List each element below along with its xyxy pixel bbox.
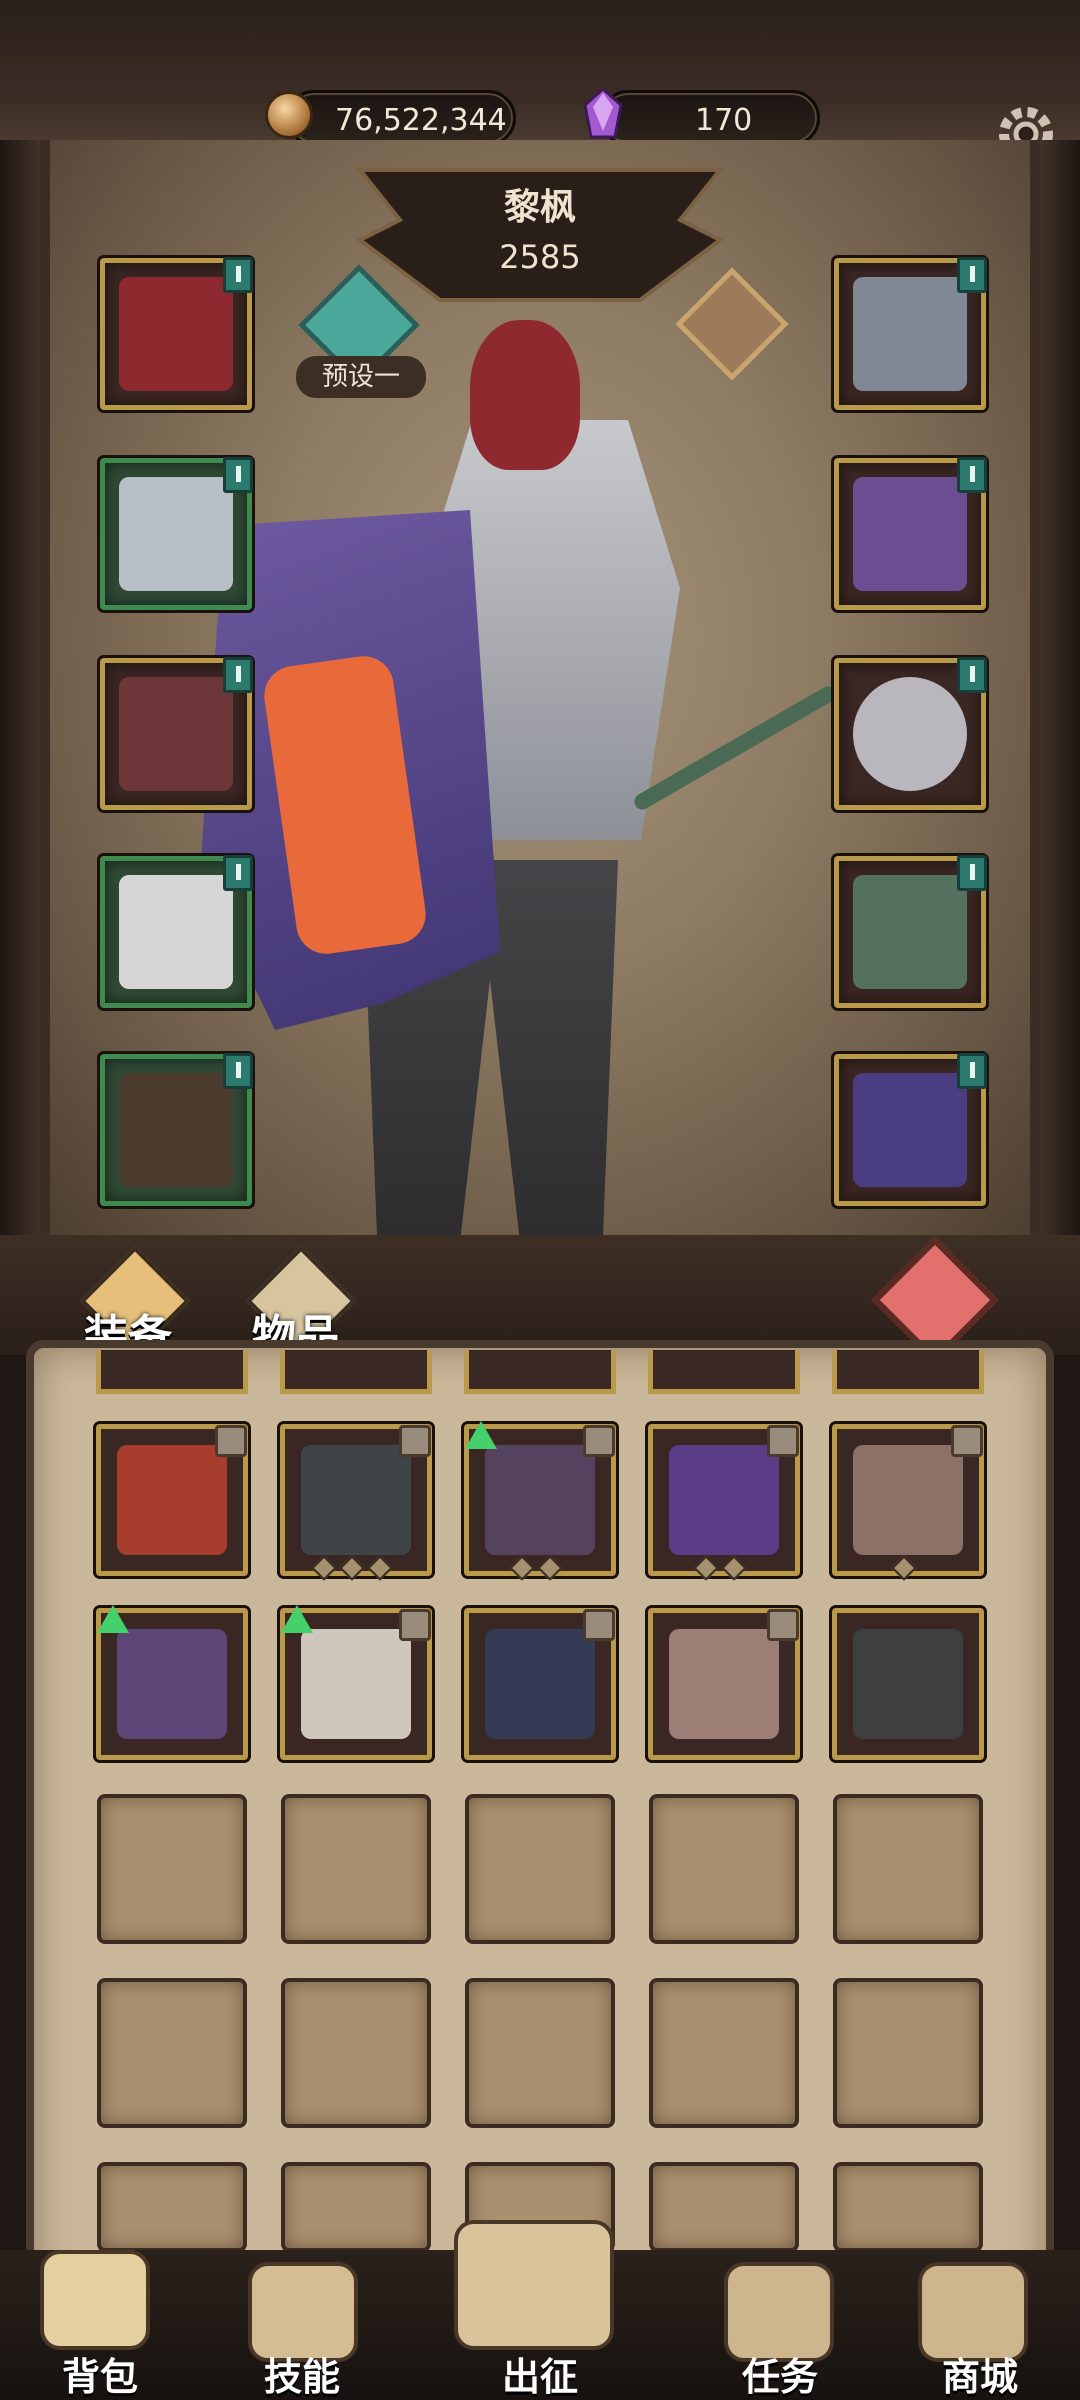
backpack-icon [40,2250,150,2350]
map-sword-icon [454,2220,614,2350]
equipped-tag [957,457,987,493]
inventory-slot-empty[interactable] [97,1794,247,1944]
gem-icon [583,89,623,139]
blade-icon [853,1445,963,1555]
equipped-tag [223,257,253,293]
inventory-slot-partial[interactable] [464,1350,616,1394]
inventory-slot-empty[interactable] [465,1978,615,2128]
equip-slot-weapon[interactable] [834,855,987,1008]
equipped-tag [223,1053,253,1089]
inventory-slot-empty[interactable] [649,1978,799,2128]
inventory-slot-dark-helm[interactable] [464,1608,616,1760]
feather-hat-icon [853,1629,963,1739]
bone-staff-icon [301,1629,411,1739]
equip-slot-shield[interactable] [834,1053,987,1206]
hero-title-plate: 黎枫 2585 [340,160,740,310]
upgrade-arrow-icon [97,1605,129,1633]
inventory-slot-skull-shoulder[interactable] [96,1605,248,1760]
inventory-slot-empty[interactable] [97,2162,247,2252]
inventory-slot-empty[interactable] [281,1794,431,1944]
inventory-slot-empty[interactable] [833,2162,983,2252]
inventory-slot-curved-blade[interactable] [648,1608,800,1760]
inventory-slot-partial[interactable] [280,1350,432,1394]
coin-icon [265,91,313,139]
equipped-tag [957,257,987,293]
lock-icon [951,1425,983,1457]
inventory-slot-empty[interactable] [465,1794,615,1944]
preset-label[interactable]: 预设一 [296,356,426,398]
equip-slot-ring[interactable] [834,657,987,810]
shoulder-icon [853,477,967,591]
gem-counter: 170 [583,89,820,146]
hero-name: 黎枫 [503,187,576,228]
lock-icon [583,1609,615,1641]
upgrade-arrow-icon [465,1421,497,1449]
necklace-icon [853,277,967,391]
inventory-slot-blade[interactable] [832,1424,984,1581]
scythe-icon [485,1445,595,1555]
chest-armor-icon [117,1445,227,1555]
gold-value: 76,522,344 [335,103,507,138]
gauntlets-icon [119,677,233,791]
nav-tasks[interactable]: 任务 [690,2346,870,2400]
spear-icon [853,875,967,989]
gem-value: 170 [695,103,753,138]
boots-icon [119,1073,233,1187]
inventory-slot-partial[interactable] [96,1350,248,1394]
inventory-slot-empty[interactable] [833,1978,983,2128]
lock-icon [583,1425,615,1457]
top-bar [0,0,1080,140]
hero-power: 2585 [499,238,581,276]
inventory-slot-partial[interactable] [832,1350,984,1394]
nav-shop[interactable]: 商城 [890,2346,1070,2400]
equipped-tag [223,657,253,693]
equipped-tag [223,855,253,891]
equip-slot-necklace[interactable] [834,257,987,410]
inventory-slot-scythe[interactable] [464,1421,616,1581]
equip-slot-boots[interactable] [100,1053,253,1206]
lock-icon [215,1425,247,1457]
hero-helmet [470,320,580,470]
equip-slot-armor[interactable] [100,457,253,610]
dark-helm-icon [485,1629,595,1739]
helmet-icon [119,277,233,391]
equip-slot-shoulder[interactable] [834,457,987,610]
gold-counter: 76,522,344 [265,90,516,146]
equip-slot-helmet[interactable] [100,257,253,410]
inventory-slot-bone-staff[interactable] [280,1605,432,1760]
shield-icon [853,1073,967,1187]
inventory-slot-empty[interactable] [649,2162,799,2252]
inventory-slot-partial[interactable] [648,1350,800,1394]
equipped-tag [957,1053,987,1089]
inventory-slot-empty[interactable] [97,1978,247,2128]
lock-icon [767,1425,799,1457]
nav-bag[interactable]: 背包 [10,2346,190,2400]
inventory-slot-empty[interactable] [281,2162,431,2252]
upgrade-arrow-icon [281,1605,313,1633]
equipped-tag [957,657,987,693]
equip-slot-pants[interactable] [100,855,253,1008]
skull-shoulder-icon [117,1629,227,1739]
curved-blade-icon [669,1629,779,1739]
nav-expedition[interactable]: 出征 [450,2346,630,2400]
lock-icon [399,1425,431,1457]
inventory-slot-dagger[interactable] [648,1424,800,1581]
inventory-slot-leg-armor[interactable] [280,1424,432,1581]
equip-slot-gauntlets[interactable] [100,657,253,810]
dagger-icon [669,1445,779,1555]
inventory-slot-empty[interactable] [281,1978,431,2128]
inventory-slot-feather-hat[interactable] [832,1608,984,1760]
pants-icon [119,875,233,989]
equipped-tag [957,855,987,891]
inventory-slot-empty[interactable] [649,1794,799,1944]
lock-icon [399,1609,431,1641]
armor-icon [119,477,233,591]
inventory-slot-empty[interactable] [833,1794,983,1944]
inventory-slot-chest-armor[interactable] [96,1424,248,1576]
leg-armor-icon [301,1445,411,1555]
ring-icon [853,677,967,791]
lock-icon [767,1609,799,1641]
equipped-tag [223,457,253,493]
nav-skills[interactable]: 技能 [212,2346,392,2400]
